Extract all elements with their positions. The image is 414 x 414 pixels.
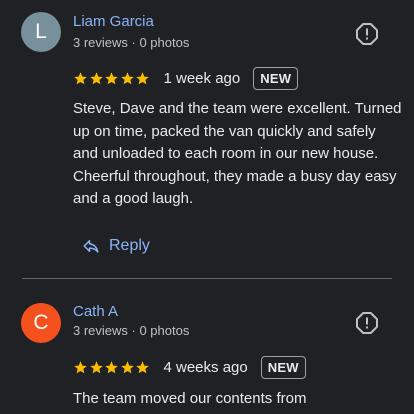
reviewer-meta: 3 reviews · 0 photos xyxy=(73,323,190,338)
report-button[interactable] xyxy=(355,311,379,335)
reply-button[interactable]: Reply xyxy=(82,233,150,259)
star-icon xyxy=(136,360,149,373)
avatar[interactable]: C xyxy=(21,303,61,343)
star-icon xyxy=(136,71,149,84)
avatar-initial: C xyxy=(33,311,49,334)
star-icon xyxy=(74,71,87,84)
star-icon xyxy=(89,71,103,84)
new-badge: NEW xyxy=(260,355,306,379)
avatar-initial: L xyxy=(35,20,47,43)
star-icon xyxy=(89,360,103,373)
rating-row: 1 week ago NEW xyxy=(73,65,299,91)
reviewer-name[interactable]: Cath A xyxy=(73,303,118,320)
reviewer-meta: 3 reviews · 0 photos xyxy=(73,35,190,50)
reply-arrow-icon xyxy=(83,240,99,253)
review-time: 4 weeks ago xyxy=(163,358,248,376)
avatar[interactable]: L xyxy=(21,12,61,52)
star-icon xyxy=(74,360,87,373)
review-text: Steve, Dave and the team were excellent.… xyxy=(73,100,402,207)
review-text: The team moved our contents from xyxy=(73,390,307,407)
rating-row: 4 weeks ago NEW xyxy=(73,354,306,380)
report-button[interactable] xyxy=(355,22,379,46)
star-icon xyxy=(120,71,134,84)
report-flag-icon xyxy=(356,312,378,334)
star-icon xyxy=(120,360,134,373)
new-badge: NEW xyxy=(253,66,299,90)
review-time: 1 week ago xyxy=(163,69,241,87)
star-icon xyxy=(105,71,118,84)
star-rating xyxy=(73,71,151,86)
reviewer-name[interactable]: Liam Garcia xyxy=(73,13,154,30)
report-flag-icon xyxy=(356,23,378,45)
reply-label: Reply xyxy=(109,237,150,254)
review-divider xyxy=(22,278,392,279)
star-rating xyxy=(73,360,151,375)
star-icon xyxy=(105,360,118,373)
